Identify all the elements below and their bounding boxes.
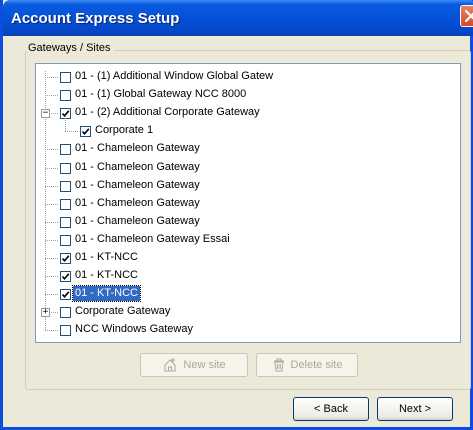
tree-connector xyxy=(45,330,58,332)
tree-connector xyxy=(45,221,58,223)
back-button[interactable]: < Back xyxy=(293,397,369,421)
tree-item[interactable]: − 01 - (2) Additional Corporate Gateway xyxy=(36,104,456,122)
tree-item[interactable]: 01 - (1) Additional Window Global Gatew xyxy=(36,68,456,86)
close-icon xyxy=(465,10,473,22)
tree-connector xyxy=(45,203,58,205)
item-checkbox[interactable] xyxy=(60,180,71,192)
next-button[interactable]: Next > xyxy=(377,397,453,421)
tree-item[interactable]: 01 - KT-NCC xyxy=(36,267,456,285)
tree-item-label: Corporate Gateway xyxy=(75,305,171,318)
title-bar[interactable]: Account Express Setup xyxy=(3,0,473,36)
new-site-button[interactable]: New site xyxy=(140,353,248,377)
expand-icon[interactable]: + xyxy=(41,308,50,318)
tree-item-label: 01 - Chameleon Gateway xyxy=(75,214,200,227)
tree-item-label: 01 - Chameleon Gateway Essai xyxy=(75,232,230,245)
item-checkbox[interactable] xyxy=(60,234,71,246)
tree-item[interactable]: 01 - KT-NCC xyxy=(36,249,456,267)
item-checkbox[interactable] xyxy=(80,126,91,138)
gateways-tree[interactable]: 01 - (1) Additional Window Global Gatew 0… xyxy=(35,63,461,343)
trash-icon xyxy=(273,358,284,372)
checkmark-icon xyxy=(81,128,90,136)
tree-connector xyxy=(45,258,58,259)
item-checkbox[interactable] xyxy=(60,253,71,264)
tree-item-label: 01 - Chameleon Gateway xyxy=(75,160,200,173)
window-title: Account Express Setup xyxy=(11,10,180,27)
group-label: Gateways / Sites xyxy=(27,42,114,54)
tree-item-label: 01 - KT-NCC xyxy=(72,285,141,303)
item-checkbox[interactable] xyxy=(60,289,71,301)
tree-item-label: 01 - KT-NCC xyxy=(75,251,138,263)
tree-item-label: 01 - KT-NCC xyxy=(75,269,138,282)
item-checkbox[interactable] xyxy=(60,90,71,102)
delete-site-button[interactable]: Delete site xyxy=(256,353,358,377)
tree-connector xyxy=(45,185,58,187)
item-checkbox[interactable] xyxy=(60,271,71,283)
tree-connector xyxy=(45,149,58,151)
tree-connector xyxy=(45,294,58,296)
item-checkbox[interactable] xyxy=(60,72,71,83)
new-site-label: New site xyxy=(183,359,226,371)
item-checkbox[interactable] xyxy=(60,325,71,337)
item-checkbox[interactable] xyxy=(60,198,71,210)
collapse-icon[interactable]: − xyxy=(41,109,50,119)
new-site-icon xyxy=(164,358,176,372)
checkmark-icon xyxy=(61,255,70,263)
item-checkbox[interactable] xyxy=(60,144,71,156)
delete-site-label: Delete site xyxy=(290,359,343,371)
next-label: Next > xyxy=(398,403,432,415)
checkmark-icon xyxy=(61,273,70,281)
dialog-window: Account Express Setup Gateways / Sites 0… xyxy=(0,0,473,430)
tree-item-label: 01 - Chameleon Gateway xyxy=(75,196,200,209)
tree-item-label: 01 - Chameleon Gateway xyxy=(75,142,200,155)
tree-child-guide xyxy=(65,116,66,132)
tree-item[interactable]: 01 - Chameleon Gateway xyxy=(36,159,456,177)
tree-connector xyxy=(45,95,58,97)
tree-item[interactable]: 01 - KT-NCC xyxy=(36,285,456,303)
tree-item[interactable]: 01 - Chameleon Gateway xyxy=(36,213,456,231)
tree-connector xyxy=(45,167,58,169)
tree-item-label: 01 - (1) Global Gateway NCC 8000 xyxy=(75,88,247,101)
tree-connector xyxy=(45,239,58,241)
tree-item-label: 01 - Chameleon Gateway xyxy=(75,178,200,191)
close-button[interactable] xyxy=(460,5,473,27)
checkmark-icon xyxy=(61,291,70,299)
tree-connector xyxy=(65,131,78,133)
tree-item-label: Corporate 1 xyxy=(95,124,154,137)
tree-item[interactable]: + Corporate Gateway xyxy=(36,303,456,321)
item-checkbox[interactable] xyxy=(60,162,71,174)
tree-item[interactable]: NCC Windows Gateway xyxy=(36,321,456,339)
tree-item[interactable]: 01 - Chameleon Gateway xyxy=(36,140,456,158)
back-label: < Back xyxy=(314,403,348,415)
tree-item[interactable]: 01 - Chameleon Gateway xyxy=(36,177,456,195)
tree-item-label: 01 - (2) Additional Corporate Gateway xyxy=(75,106,260,119)
tree-item[interactable]: 01 - Chameleon Gateway xyxy=(36,195,456,213)
tree-connector xyxy=(45,77,58,78)
tree-connector xyxy=(45,276,58,278)
tree-item-label: NCC Windows Gateway xyxy=(75,323,193,336)
tree-item-label: 01 - (1) Additional Window Global Gatew xyxy=(75,70,274,82)
tree-child-item[interactable]: Corporate 1 xyxy=(36,116,456,140)
tree-item[interactable]: 01 - Chameleon Gateway Essai xyxy=(36,231,456,249)
item-checkbox[interactable] xyxy=(60,216,71,228)
item-checkbox[interactable] xyxy=(60,307,71,319)
tree-item[interactable]: 01 - (1) Global Gateway NCC 8000 xyxy=(36,86,456,104)
